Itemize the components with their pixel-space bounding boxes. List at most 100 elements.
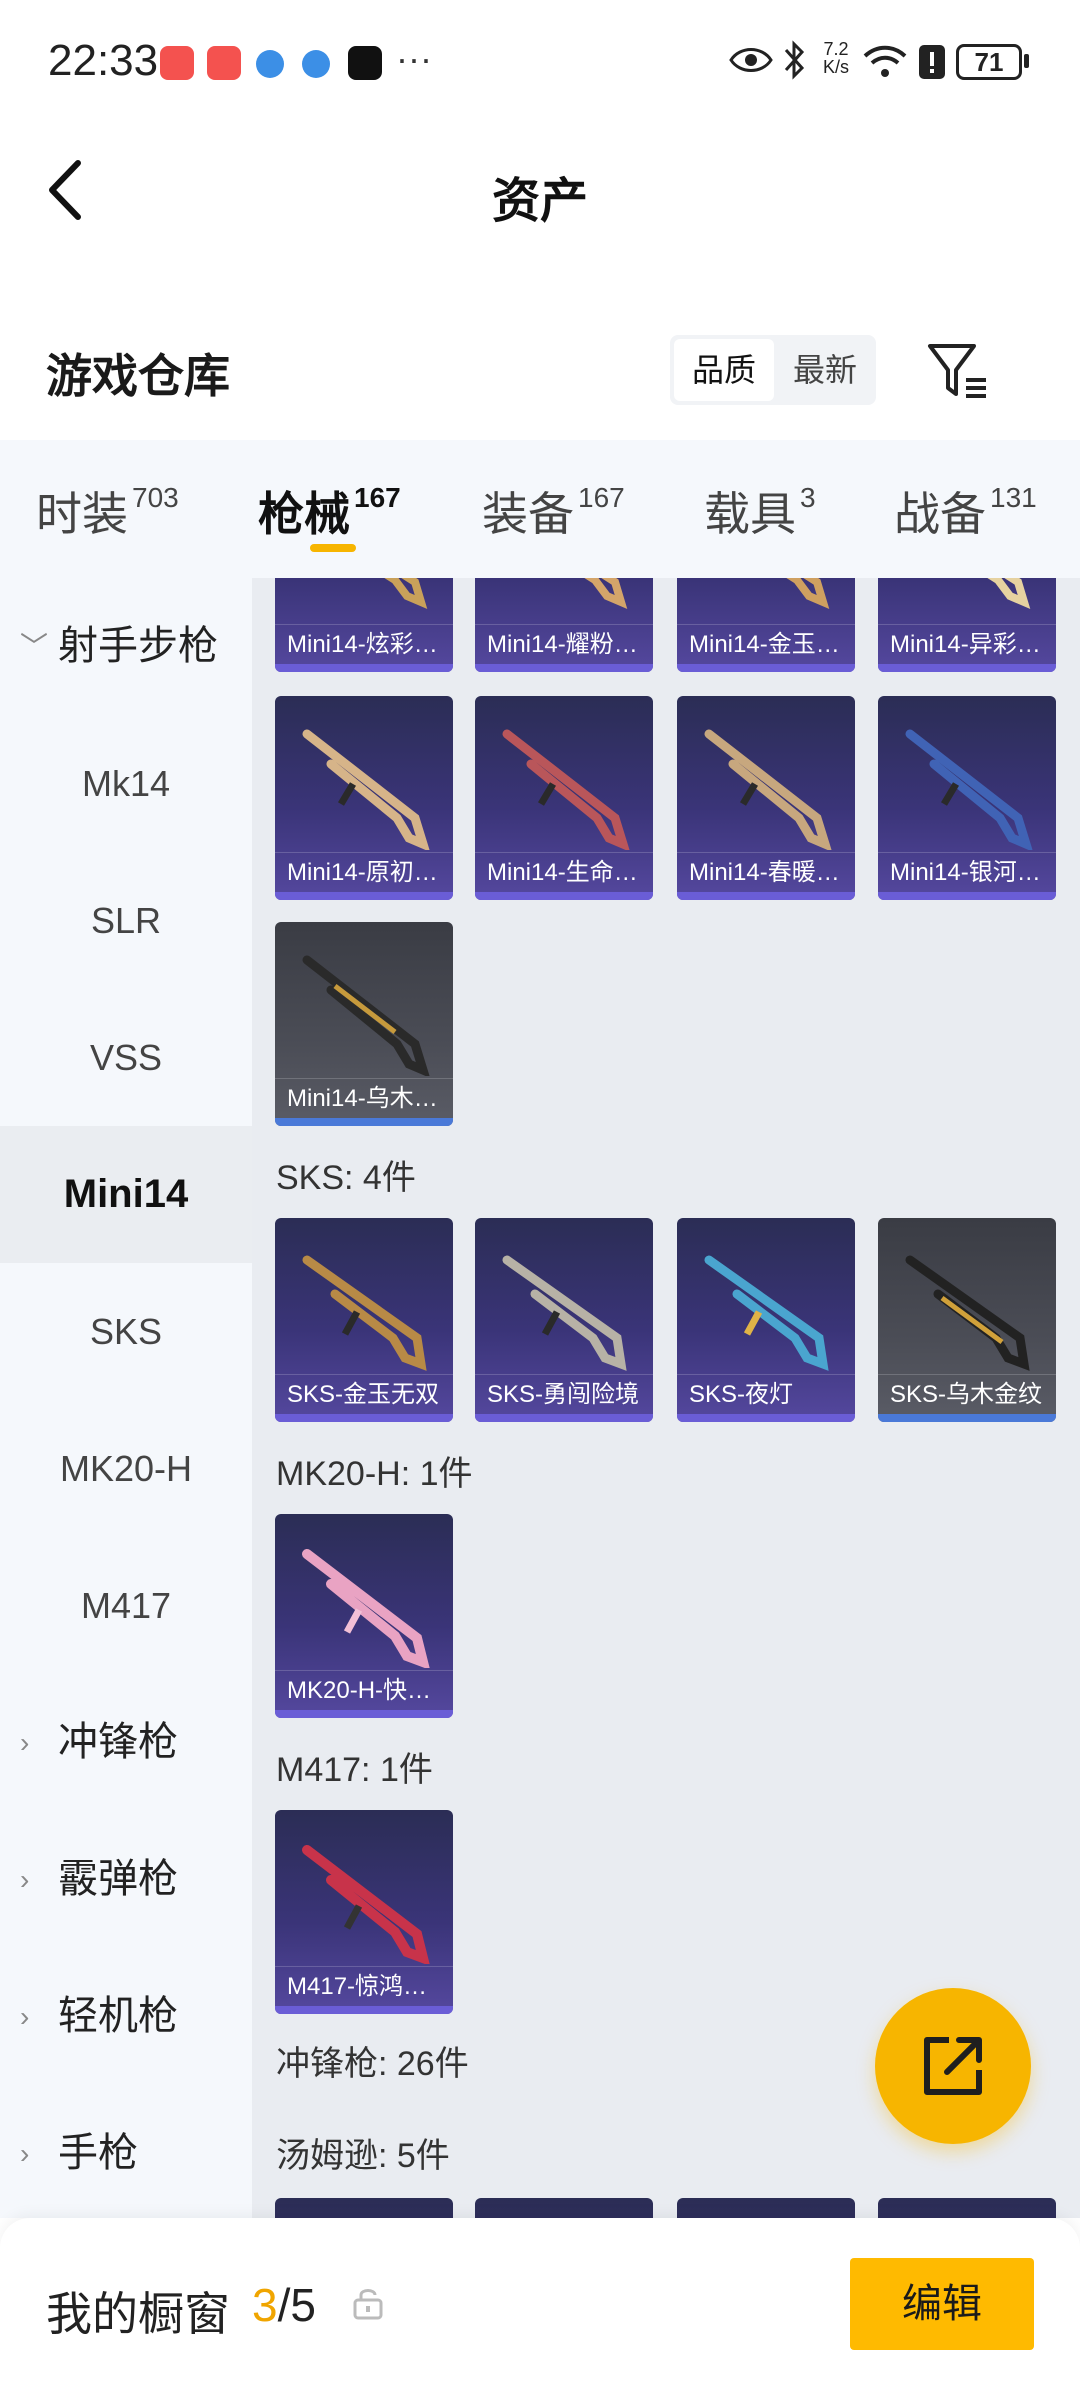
section-header-mk20h: MK20-H: 1件 [276, 1455, 473, 1493]
tab-fashion[interactable]: 时装 703 [36, 478, 179, 544]
weapon-card[interactable]: Mini14-乌木… [275, 922, 453, 1126]
weapon-type-sidebar: ﹀ 射手步枪 Mk14 SLR VSS Mini14 SKS MK20-H M41… [0, 578, 252, 2218]
sidebar-item-mini14[interactable]: Mini14 [0, 1126, 252, 1263]
tab-label: 载具 [704, 488, 796, 540]
weapon-card[interactable]: Mini14-炫彩… [275, 578, 453, 672]
showcase-current: 3 [252, 2279, 278, 2331]
weapon-name: SKS-勇闯险境 [475, 1374, 653, 1414]
showcase-title: 我的橱窗 [46, 2288, 230, 2340]
sidebar-category-smg[interactable]: › 冲锋枪 [0, 1674, 252, 1811]
weapon-card[interactable]: SKS-夜灯 [677, 1218, 855, 1422]
sort-newest-button[interactable]: 最新 [778, 339, 872, 401]
rarity-bar [275, 1710, 453, 1718]
weapon-name: Mini14-金玉… [677, 624, 855, 664]
weapon-card[interactable] [677, 2198, 855, 2218]
sidebar-category-label: 轻机枪 [58, 1994, 178, 2038]
status-bar: 22:33 ··· 7.2 K/s 71 [0, 0, 1080, 125]
app-notification-icon [160, 46, 194, 80]
sidebar-item-mk14[interactable]: Mk14 [0, 715, 252, 852]
rarity-bar [475, 664, 653, 672]
weapon-card[interactable]: Mini14-金玉… [677, 578, 855, 672]
rifle-icon [905, 729, 1033, 850]
rifle-icon [584, 578, 628, 610]
showcase-bar: 我的橱窗 3/5 编辑 [0, 2218, 1080, 2382]
sort-quality-button[interactable]: 品质 [674, 339, 774, 401]
rarity-bar [878, 1414, 1056, 1422]
sidebar-item-vss[interactable]: VSS [0, 989, 252, 1126]
chevron-down-icon: ﹀ [20, 631, 49, 662]
weapon-card[interactable]: MK20-H-快… [275, 1514, 453, 1718]
sidebar-category-lmg[interactable]: › 轻机枪 [0, 1948, 252, 2085]
weapon-name: MK20-H-快… [275, 1670, 453, 1710]
weapon-card[interactable]: Mini14-春暖… [677, 696, 855, 900]
network-speed-unit: K/s [822, 57, 849, 77]
rifle-icon [302, 955, 430, 1076]
sidebar-item-m417[interactable]: M417 [0, 1537, 252, 1674]
rarity-bar [878, 892, 1056, 900]
weapon-card[interactable]: Mini14-银河… [878, 696, 1056, 900]
sidebar-category-pistol[interactable]: › 手枪 [0, 2085, 252, 2222]
weapon-card[interactable]: SKS-金玉无双 [275, 1218, 453, 1422]
browser-icon [302, 50, 330, 78]
edit-button[interactable]: 编辑 [850, 2258, 1034, 2350]
network-speed: 7.2 [823, 39, 849, 59]
weapon-name: Mini14-生命… [475, 852, 653, 892]
sort-toggle: 品质 最新 [670, 335, 876, 405]
share-button[interactable] [875, 1988, 1031, 2144]
rifle-icon [987, 578, 1031, 610]
weapon-card[interactable] [475, 2198, 653, 2218]
rarity-bar [475, 892, 653, 900]
weapon-card[interactable] [878, 2198, 1056, 2218]
weapon-card[interactable]: SKS-乌木金纹 [878, 1218, 1056, 1422]
weapon-card[interactable]: SKS-勇闯险境 [475, 1218, 653, 1422]
weapon-name: Mini14-耀粉… [475, 624, 653, 664]
tiktok-icon [348, 46, 382, 80]
weapon-name: Mini14-异彩… [878, 624, 1056, 664]
weapon-card[interactable]: M417-惊鸿… [275, 1810, 453, 2014]
rifle-icon [302, 1549, 430, 1668]
tab-guns[interactable]: 枪械 167 [258, 478, 401, 544]
battery-icon: 71 [956, 44, 1022, 80]
showcase-separator: / [277, 2279, 291, 2331]
weapon-name: SKS-金玉无双 [275, 1374, 453, 1414]
bluetooth-icon [784, 40, 805, 80]
battery-tip [1024, 54, 1029, 68]
weapon-name: Mini14-炫彩… [275, 624, 453, 664]
sidebar-category-label: 手枪 [58, 2131, 138, 2175]
weapon-card[interactable]: Mini14-原初… [275, 696, 453, 900]
rarity-bar [275, 1414, 453, 1422]
rarity-bar [275, 664, 453, 672]
sidebar-item-sks[interactable]: SKS [0, 1263, 252, 1400]
tab-label: 枪械 [258, 488, 350, 540]
rarity-bar [878, 664, 1056, 672]
sidebar-item-mk20h[interactable]: MK20-H [0, 1400, 252, 1537]
filter-icon[interactable] [926, 338, 990, 402]
tab-equipment[interactable]: 装备 167 [482, 478, 625, 544]
tab-supplies[interactable]: 战备 131 [894, 478, 1037, 544]
sidebar-item-slr[interactable]: SLR [0, 852, 252, 989]
weapon-card[interactable]: Mini14-耀粉… [475, 578, 653, 672]
tab-label: 装备 [482, 488, 574, 540]
rarity-bar [677, 664, 855, 672]
chevron-right-icon: › [20, 1727, 30, 1758]
tab-vehicles[interactable]: 载具 3 [704, 478, 816, 544]
rifle-icon [384, 578, 428, 610]
app-bar: 资产 [0, 125, 1080, 255]
weapon-card[interactable]: Mini14-生命… [475, 696, 653, 900]
weapon-card[interactable]: Mini14-异彩… [878, 578, 1056, 672]
chevron-right-icon: › [20, 1864, 30, 1895]
weapon-name: SKS-夜灯 [677, 1374, 855, 1414]
rifle-icon [302, 729, 430, 850]
weapon-card[interactable] [275, 2198, 453, 2218]
sidebar-category-shotgun[interactable]: › 霰弹枪 [0, 1811, 252, 1948]
tab-count: 167 [578, 482, 625, 513]
rarity-bar [275, 2006, 453, 2014]
rarity-bar [677, 1414, 855, 1422]
rifle-icon [302, 1255, 427, 1371]
rarity-bar [475, 1414, 653, 1422]
rifle-icon [905, 1255, 1030, 1371]
more-notifications-icon: ··· [396, 38, 432, 79]
eye-icon [729, 48, 773, 72]
sidebar-category-marksman[interactable]: ﹀ 射手步枪 [0, 578, 252, 715]
weapon-grid: Mini14-炫彩… Mini14-耀粉… Mini14-金玉… Mini14-… [252, 578, 1080, 2218]
